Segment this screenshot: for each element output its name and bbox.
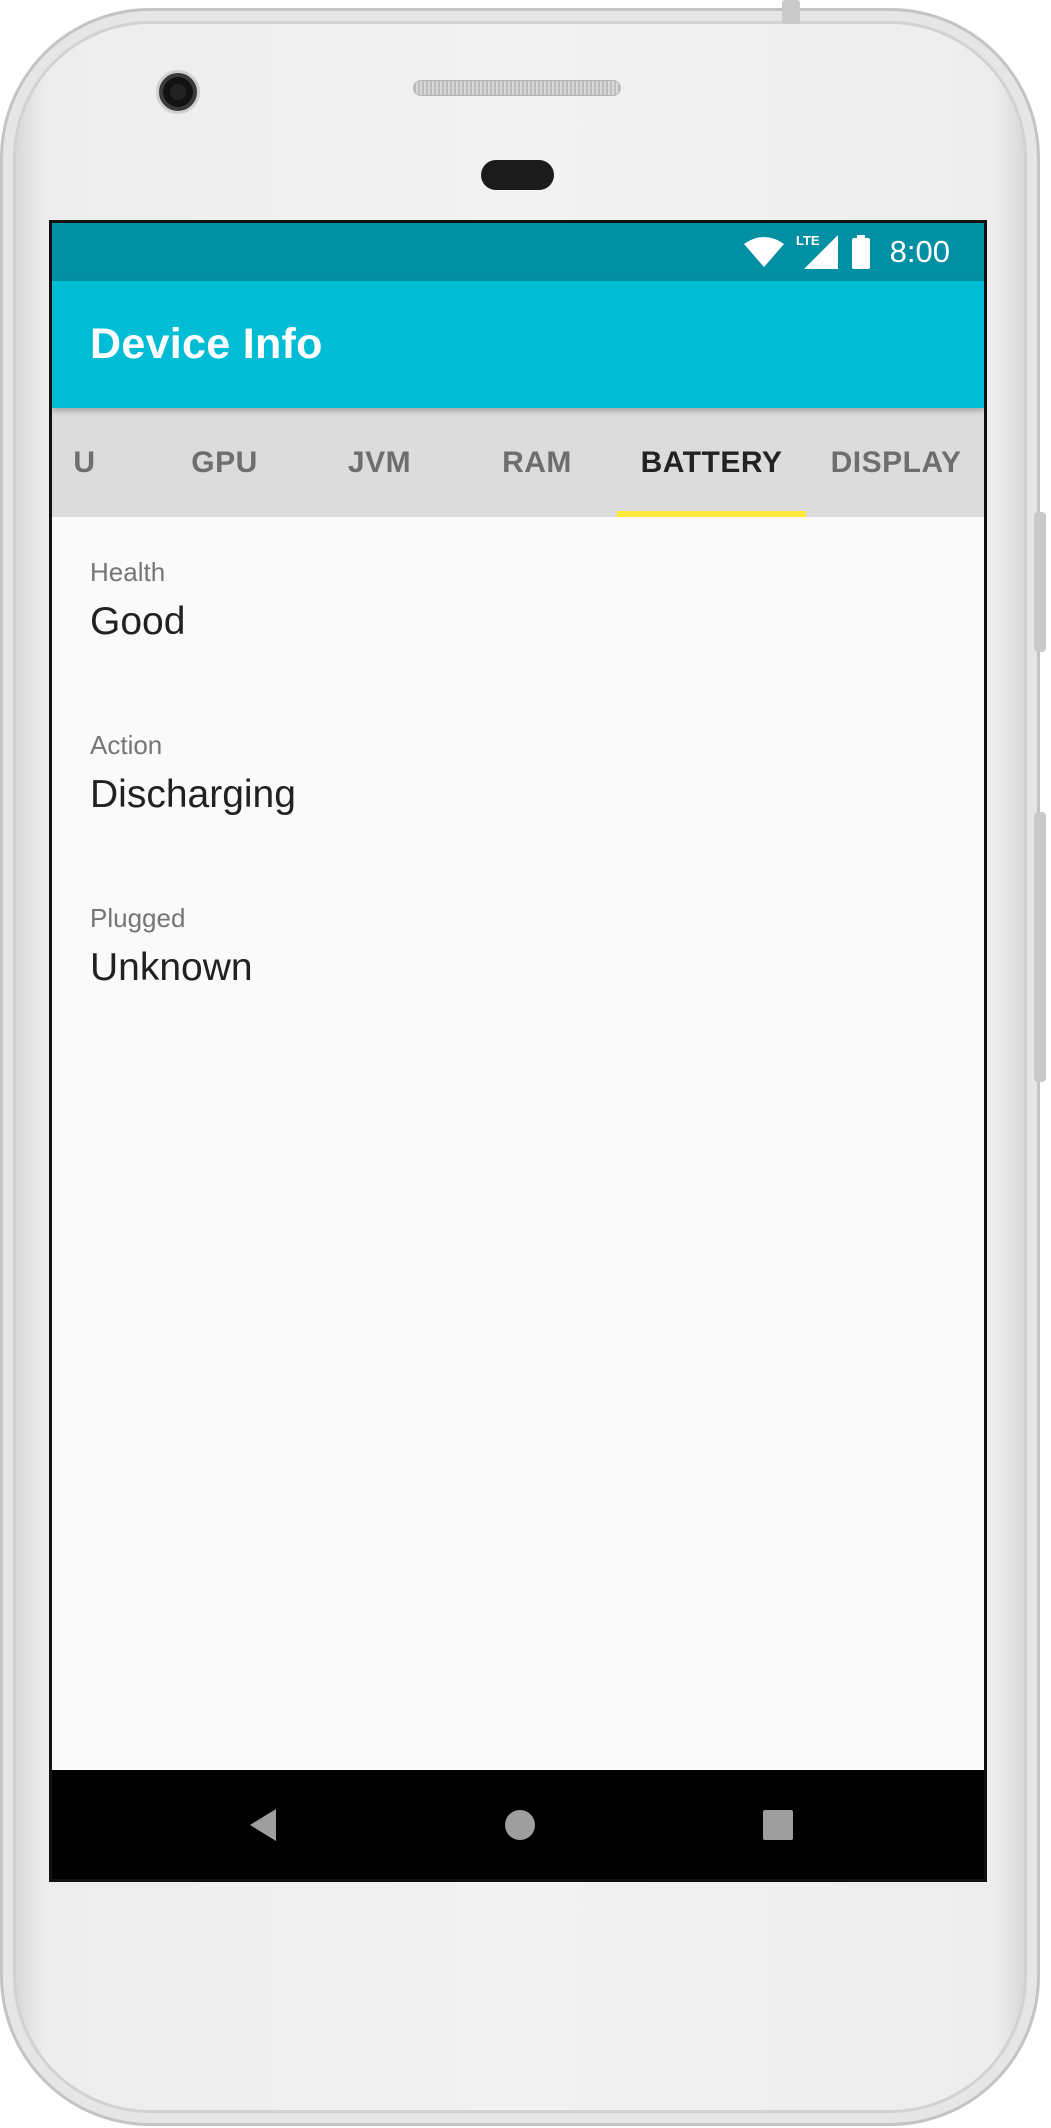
tab-jvm[interactable]: JVM [302, 408, 457, 517]
proximity-sensor [481, 160, 554, 190]
back-icon[interactable] [244, 1805, 284, 1845]
front-camera [156, 70, 200, 114]
battery-icon [851, 235, 870, 269]
recent-apps-icon[interactable] [758, 1805, 798, 1845]
tab-gpu[interactable]: GPU [147, 408, 302, 517]
plugged-label: Plugged [90, 903, 186, 933]
health-label: Health [90, 557, 166, 587]
volume-button [1034, 812, 1046, 1082]
tab-battery[interactable]: BATTERY [617, 408, 806, 517]
home-icon[interactable] [500, 1805, 540, 1845]
health-value: Good [90, 600, 186, 643]
tab-cpu[interactable]: U [52, 408, 147, 517]
info-item-health: Health Good [90, 517, 984, 730]
battery-info-list: Health Good Action Discharging Plugged U… [52, 517, 984, 1076]
navigation-bar [52, 1770, 984, 1879]
earpiece-speaker [413, 80, 621, 96]
info-item-plugged: Plugged Unknown [90, 903, 984, 1076]
plugged-value: Unknown [90, 946, 253, 989]
info-item-action: Action Discharging [90, 730, 984, 903]
action-value: Discharging [90, 773, 296, 816]
status-bar: LTE 8:00 [52, 223, 984, 281]
phone-top-button [782, 0, 800, 24]
tab-strip[interactable]: U GPU JVM RAM BATTERY DISPLAY [52, 408, 984, 517]
app-bar: Device Info [52, 281, 984, 408]
device-screen: LTE 8:00 Device Info U GPU JVM RAM BATTE… [49, 220, 987, 1882]
wifi-icon [743, 237, 784, 267]
network-type-label: LTE [796, 233, 820, 248]
tab-display[interactable]: DISPLAY [806, 408, 984, 517]
clock: 8:00 [889, 234, 950, 269]
power-button [1034, 512, 1046, 652]
tab-ram[interactable]: RAM [457, 408, 617, 517]
cellular-signal-icon: LTE [796, 233, 838, 269]
action-label: Action [90, 730, 163, 760]
app-title: Device Info [90, 320, 323, 368]
